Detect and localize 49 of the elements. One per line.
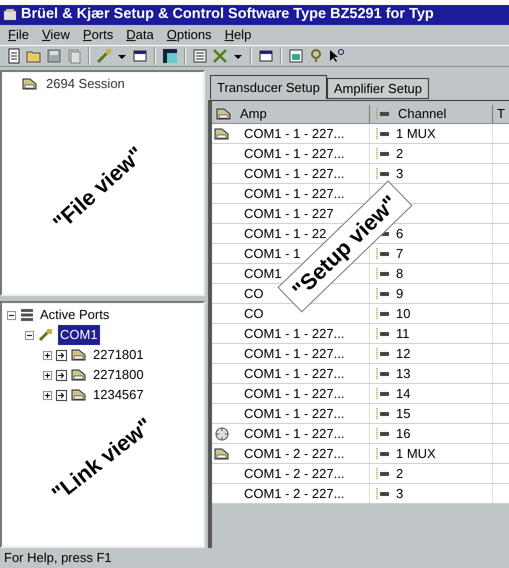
table-cell-text: 1 MUX [396,124,436,143]
column-header[interactable]: Amp [212,105,370,123]
table-cell-text: COM1 - 2 - 227... [243,484,344,503]
tree-item[interactable]: 2271801 [91,345,146,365]
table-cell-text: 15 [396,404,410,423]
table-cell-text: 13 [396,364,410,383]
table-cell-text: COM1 - 2 - 227... [243,444,344,463]
menu-item[interactable]: View [42,25,70,45]
column-header[interactable]: Channel [370,105,493,123]
table-cell-text: 2 [396,144,404,163]
window-title: Brüel & Kjær Setup & Control Software Type BZ5291 for Typ [21,5,434,24]
table-cell-text: COM1 - 1 - 227... [243,124,344,143]
table-cell-text: 3 [396,484,404,503]
menu-item[interactable]: Data [126,25,154,45]
menu-item[interactable]: File [8,25,29,45]
table-cell-text: COM1 - 1 - 227... [243,384,344,403]
table-cell-text: CO [243,304,264,323]
table-cell-text: COM1 - 1 - 227... [243,404,344,423]
menu-item[interactable]: Ports [82,25,114,45]
menu-item[interactable]: Options [166,25,212,45]
menu-item[interactable]: Help [224,25,252,45]
column-header[interactable]: T [493,105,509,123]
table-cell-text: 3 [396,164,404,183]
session-item[interactable]: 2694 Session [46,74,125,94]
table-cell-text: 11 [396,324,410,343]
tree-item[interactable]: 1234567 [91,385,146,405]
tree-item[interactable]: COM1 [58,325,100,345]
table-cell-text: 7 [396,244,404,263]
table-cell-text: 2 [396,464,404,483]
table-cell-text: COM1 - 1 - 227... [243,144,344,163]
table-cell-text: 6 [396,224,404,243]
tree-item[interactable]: 2271800 [91,365,146,385]
table-cell-text: 9 [396,284,404,303]
table-cell-text: 8 [396,264,404,283]
table-cell-text: 14 [396,384,410,403]
tab[interactable]: Transducer Setup [210,75,327,99]
tree-item[interactable]: Active Ports [38,305,112,325]
table-cell-text: COM1 - 1 - 227... [243,324,344,343]
table-cell-text: COM1 - 1 - 227... [243,344,344,363]
table-cell-text: COM1 - 1 - 227... [243,164,344,183]
tab[interactable]: Amplifier Setup [326,78,430,99]
table-cell-text: COM1 - 2 - 227... [243,464,344,483]
table-cell-text: COM1 - 1 - 227... [243,424,344,443]
table-cell-text: 16 [396,424,410,443]
table-cell-text: CO [243,284,264,303]
table-cell-text: 12 [396,344,410,363]
table-cell-text: 1 MUX [396,444,436,463]
status-text: For Help, press F1 [4,549,112,568]
table-cell-text: COM1 - 1 - 227... [243,364,344,383]
